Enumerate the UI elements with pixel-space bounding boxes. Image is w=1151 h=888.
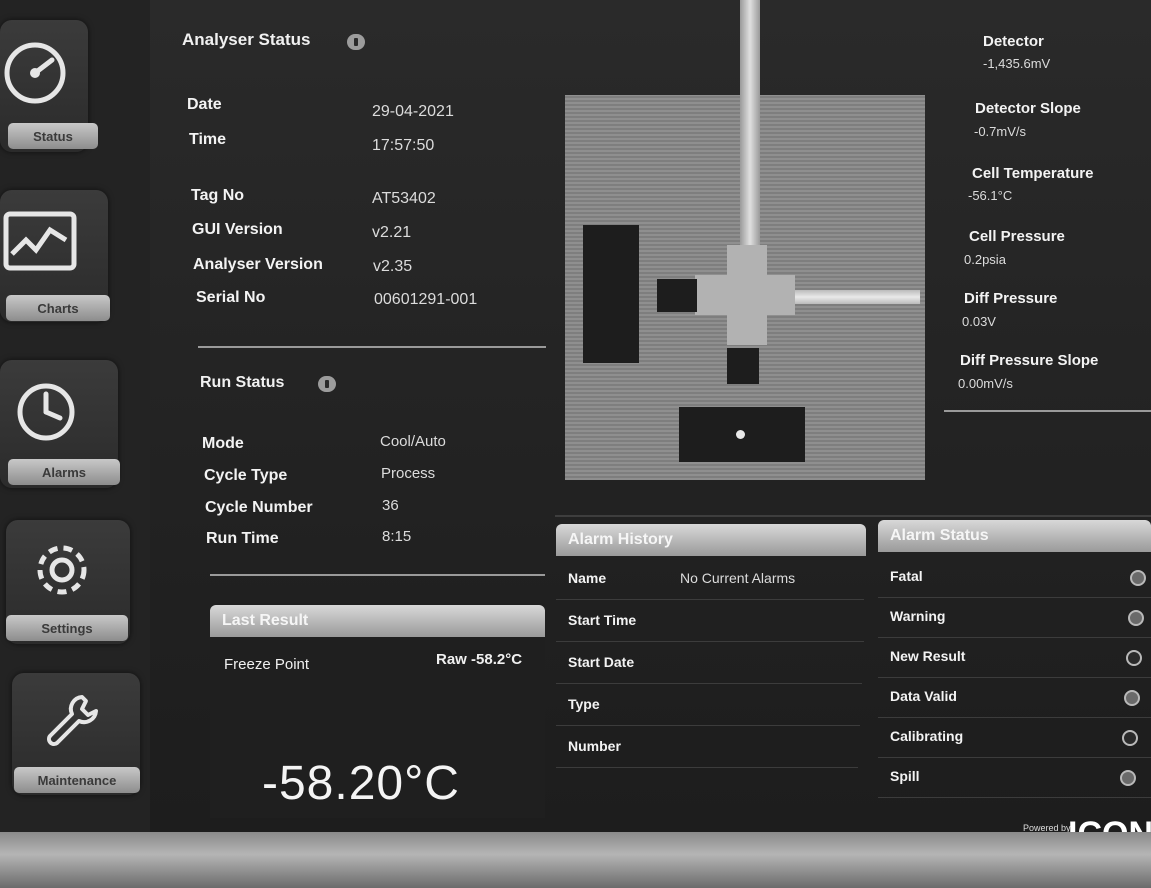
cycle-number-label: Cycle Number bbox=[205, 499, 313, 516]
table-row: Type bbox=[556, 686, 860, 726]
table-row: Data Valid bbox=[878, 678, 1151, 718]
reading-value-detector: -1,435.6mV bbox=[983, 56, 1051, 71]
section-divider bbox=[198, 346, 546, 348]
freeze-point-label: Freeze Point bbox=[224, 656, 310, 673]
analyser-version-value: v2.35 bbox=[373, 258, 413, 275]
table-row: New Result bbox=[878, 638, 1151, 678]
cycle-type-label: Cycle Type bbox=[204, 467, 288, 484]
alarm-status-header: Alarm Status bbox=[878, 520, 1151, 552]
run-time-value: 8:15 bbox=[382, 528, 412, 545]
date-label: Date bbox=[187, 96, 222, 113]
table-row: Start Time bbox=[556, 602, 864, 642]
info-icon[interactable] bbox=[347, 34, 365, 50]
horizontal-pipe bbox=[795, 290, 920, 304]
readings-divider bbox=[944, 410, 1151, 412]
reading-value-cell-pressure: 0.2psia bbox=[964, 252, 1006, 267]
section-divider bbox=[210, 574, 545, 576]
sidebar-item-label: Status bbox=[8, 123, 98, 149]
reading-label-detector-slope: Detector Slope bbox=[975, 100, 1081, 117]
alarm-history-value: No Current Alarms bbox=[680, 570, 796, 586]
reading-value-diff-pressure-slope: 0.00mV/s bbox=[958, 376, 1013, 391]
bottom-bezel bbox=[0, 832, 1151, 888]
table-row: Warning bbox=[878, 598, 1151, 638]
sidebar-item-settings[interactable]: Settings bbox=[6, 520, 130, 644]
gui-version-label: GUI Version bbox=[192, 221, 283, 238]
analyser-status-title: Analyser Status bbox=[182, 30, 311, 49]
freeze-point-big: -58.20°C bbox=[262, 757, 460, 810]
sidebar-item-status[interactable]: Status bbox=[0, 20, 98, 152]
alarm-status-label: Calibrating bbox=[890, 728, 964, 744]
mode-value: Cool/Auto bbox=[380, 433, 446, 450]
serial-label: Serial No bbox=[196, 289, 266, 306]
table-row: Number bbox=[556, 728, 858, 768]
gauge-icon bbox=[4, 42, 66, 104]
cell-cross-horizontal bbox=[695, 275, 795, 315]
analyser-version-label: Analyser Version bbox=[193, 256, 323, 273]
table-row: Fatal bbox=[878, 558, 1151, 598]
sidebar-item-maintenance[interactable]: Maintenance bbox=[12, 673, 140, 795]
date-value: 29-04-2021 bbox=[372, 103, 454, 120]
table-row: Spill bbox=[878, 758, 1151, 798]
sidebar-item-label: Maintenance bbox=[14, 767, 140, 793]
gui-version-value: v2.21 bbox=[372, 224, 412, 241]
reading-value-detector-slope: -0.7mV/s bbox=[974, 124, 1027, 139]
wrench-icon bbox=[47, 695, 98, 746]
alarm-history-header: Alarm History bbox=[556, 524, 866, 556]
reading-label-diff-pressure: Diff Pressure bbox=[964, 290, 1058, 307]
reading-label-cell-temperature: Cell Temperature bbox=[972, 165, 1094, 182]
cycle-type-value: Process bbox=[381, 465, 436, 482]
reading-value-cell-temperature: -56.1°C bbox=[968, 188, 1013, 203]
clock-icon bbox=[17, 383, 75, 441]
alarm-status-label: New Result bbox=[890, 648, 966, 664]
info-icon[interactable] bbox=[318, 376, 336, 392]
table-row: Name No Current Alarms bbox=[556, 560, 864, 600]
sidebar: Status Charts Alarms Settings Maintenanc… bbox=[0, 0, 150, 832]
alarm-status-label: Data Valid bbox=[890, 688, 957, 704]
reading-label-detector: Detector bbox=[983, 33, 1044, 50]
status-led bbox=[1122, 730, 1138, 746]
status-led bbox=[1126, 650, 1142, 666]
last-result-header: Last Result bbox=[210, 605, 545, 637]
table-row: Start Date bbox=[556, 644, 862, 684]
alarm-history-label: Type bbox=[568, 696, 600, 712]
lower-port bbox=[727, 348, 759, 384]
sidebar-item-alarms[interactable]: Alarms bbox=[0, 360, 120, 488]
sidebar-item-charts[interactable]: Charts bbox=[0, 190, 110, 322]
time-label: Time bbox=[189, 131, 227, 148]
sidebar-item-label: Alarms bbox=[8, 459, 120, 485]
alarm-history-label: Start Time bbox=[568, 612, 637, 628]
sidebar-item-label: Settings bbox=[6, 615, 128, 641]
chart-icon bbox=[3, 211, 77, 271]
status-led bbox=[1124, 690, 1140, 706]
status-led bbox=[1130, 570, 1146, 586]
alarm-history-label: Number bbox=[568, 738, 621, 754]
alarm-status-label: Warning bbox=[890, 608, 946, 624]
vertical-pipe bbox=[740, 0, 760, 250]
status-led bbox=[1128, 610, 1144, 626]
cycle-number-value: 36 bbox=[382, 497, 399, 514]
freeze-point-raw: Raw -58.2°C bbox=[436, 651, 523, 668]
reading-label-diff-pressure-slope: Diff Pressure Slope bbox=[960, 352, 1099, 369]
reading-label-cell-pressure: Cell Pressure bbox=[969, 228, 1065, 245]
sensor-dot bbox=[736, 430, 745, 439]
tag-value: AT53402 bbox=[372, 190, 436, 207]
gear-icon bbox=[37, 545, 87, 595]
serial-value: 00601291-001 bbox=[374, 291, 478, 308]
left-chamber bbox=[583, 225, 639, 363]
sidebar-item-label: Charts bbox=[6, 295, 110, 321]
run-time-label: Run Time bbox=[206, 530, 279, 547]
status-led bbox=[1120, 770, 1136, 786]
analyser-screen: Status Charts Alarms Settings Maintenanc… bbox=[0, 0, 1151, 888]
alarm-history-label: Start Date bbox=[568, 654, 635, 670]
tag-label: Tag No bbox=[191, 187, 245, 204]
table-row: Calibrating bbox=[878, 718, 1151, 758]
reading-value-diff-pressure: 0.03V bbox=[962, 314, 996, 329]
time-value: 17:57:50 bbox=[372, 137, 435, 154]
alarm-status-label: Fatal bbox=[890, 568, 923, 584]
left-port bbox=[657, 279, 697, 312]
alarm-status-label: Spill bbox=[890, 768, 920, 784]
mode-label: Mode bbox=[202, 435, 244, 452]
alarm-history-label: Name bbox=[568, 570, 607, 586]
run-status-title: Run Status bbox=[200, 374, 285, 391]
